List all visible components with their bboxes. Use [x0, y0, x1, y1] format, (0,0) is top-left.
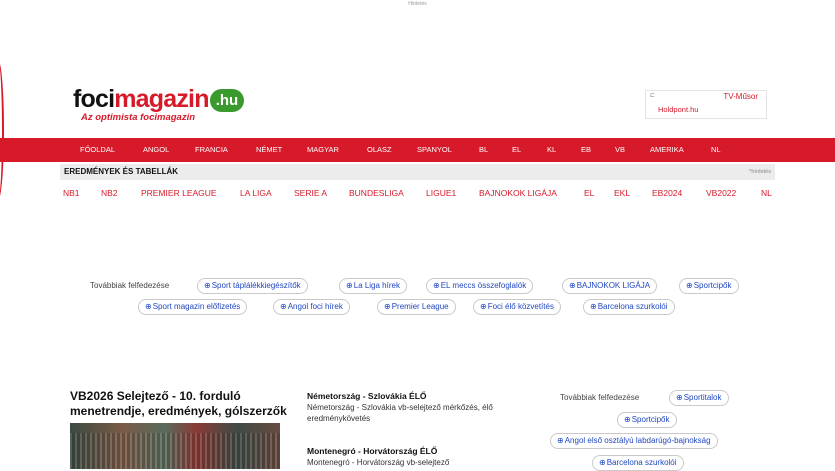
tab-nb2[interactable]: NB2: [101, 182, 118, 204]
explore-pill-label: Sportcipők: [631, 415, 670, 424]
explore-pill[interactable]: ⊕La Liga hírek: [339, 278, 407, 294]
tab-eb2024[interactable]: EB2024: [652, 182, 682, 204]
ad-label: Hirdetés: [408, 1, 427, 7]
nav-item-angol[interactable]: ANGOL: [143, 138, 169, 162]
site-logo[interactable]: focimagazin .hu: [73, 85, 245, 113]
plus-circle-icon: ⊕: [624, 415, 631, 424]
nav-item-francia[interactable]: FRANCIA: [195, 138, 228, 162]
plus-circle-icon: ⊕: [480, 302, 487, 311]
explore-pill[interactable]: ⊕Sport magazin előfizetés: [138, 299, 248, 315]
explore-pill-label: Sport táplálékkiegészítők: [211, 281, 301, 290]
site-header: focimagazin .hu Az optimista focimagazin …: [0, 82, 835, 132]
side-explore-pill[interactable]: ⊕Angol első osztályú labdarúgó-bajnokság: [550, 433, 718, 449]
nav-item-spanyol[interactable]: SPANYOL: [417, 138, 452, 162]
plus-circle-icon: ⊕: [433, 281, 440, 290]
explore-row-1: Továbbiak felfedezése ⊕Sport táplálékkie…: [0, 278, 835, 294]
tab-ligue1[interactable]: LIGUE1: [426, 182, 456, 204]
plus-circle-icon: ⊕: [557, 436, 564, 445]
plus-circle-icon: ⊕: [569, 281, 576, 290]
explore-pill-label: Angol első osztályú labdarúgó-bajnokság: [564, 436, 711, 445]
article-image[interactable]: [70, 423, 280, 469]
explore-pill-label: Sport magazin előfizetés: [152, 302, 241, 311]
nav-item-magyar[interactable]: MAGYAR: [307, 138, 339, 162]
tab-vb2022[interactable]: VB2022: [706, 182, 736, 204]
tab-la-liga[interactable]: LA LIGA: [240, 182, 272, 204]
explore-pill[interactable]: ⊕Angol foci hírek: [273, 299, 350, 315]
results-header: EREDMÉNYEK ÉS TABELLÁK ^hirdetés: [60, 164, 775, 180]
explore-pill[interactable]: ⊕Premier League: [377, 299, 456, 315]
tab-serie-a[interactable]: SERIE A: [294, 182, 327, 204]
article-title[interactable]: VB2026 Selejtező - 10. forduló menetrend…: [70, 389, 290, 419]
logo-tld: .hu: [209, 89, 245, 112]
tab-nb1[interactable]: NB1: [63, 182, 80, 204]
explore-pill[interactable]: ⊕BAJNOKOK LIGÁJA: [562, 278, 658, 294]
nav-item-nemet[interactable]: NÉMET: [256, 138, 282, 162]
explore-pill-label: La Liga hírek: [353, 281, 400, 290]
nav-item-amerika[interactable]: AMERIKA: [650, 138, 684, 162]
tv-program-link[interactable]: TV-Műsor: [723, 92, 758, 101]
explore-pill[interactable]: ⊕Sport táplálékkiegészítők: [197, 278, 308, 294]
results-ad-label: ^hirdetés: [748, 169, 771, 175]
explore-pill-label: EL meccs összefoglalók: [440, 281, 527, 290]
league-tabs: NB1 NB2 PREMIER LEAGUE LA LIGA SERIE A B…: [0, 182, 835, 204]
nav-item-vb[interactable]: VB: [615, 138, 625, 162]
plus-circle-icon: ⊕: [599, 458, 606, 467]
explore-label: Továbbiak felfedezése: [90, 281, 170, 290]
nav-item-el[interactable]: EL: [512, 138, 521, 162]
nav-item-olasz[interactable]: OLASZ: [367, 138, 392, 162]
plus-circle-icon: ⊕: [384, 302, 391, 311]
plus-circle-icon: ⊕: [145, 302, 152, 311]
explore-pill[interactable]: ⊕Barcelona szurkolói: [583, 299, 675, 315]
ad-choices-icon[interactable]: ⊏: [650, 92, 655, 99]
tab-ekl[interactable]: EKL: [614, 182, 630, 204]
tab-premier-league[interactable]: PREMIER LEAGUE: [141, 182, 217, 204]
explore-pill[interactable]: ⊕Sportcipők: [679, 278, 739, 294]
logo-part2: magazin: [114, 85, 209, 113]
holdpont-link[interactable]: Holdpont.hu: [658, 105, 698, 114]
nav-item-kl[interactable]: KL: [547, 138, 556, 162]
news-desc: Montenegró - Horvátország vb-selejtező: [307, 458, 450, 467]
nav-item-nl[interactable]: NL: [711, 138, 721, 162]
side-explore-pill[interactable]: ⊕Sportitalok: [669, 390, 729, 406]
explore-pill-label: Premier League: [391, 302, 449, 311]
explore-pill-label: Sportcipők: [693, 281, 732, 290]
explore-pill-label: Barcelona szurkolói: [606, 458, 677, 467]
explore-row-2: ⊕Sport magazin előfizetés ⊕Angol foci hí…: [0, 299, 835, 315]
explore-pill[interactable]: ⊕Foci élő közvetítés: [473, 299, 561, 315]
explore-pill[interactable]: ⊕EL meccs összefoglalók: [426, 278, 534, 294]
explore-pill-label: Angol foci hírek: [287, 302, 343, 311]
news-item[interactable]: Németország - Szlovákia ÉLŐ Németország …: [307, 391, 547, 424]
tv-program-ad[interactable]: ⊏ TV-Műsor Holdpont.hu: [645, 90, 767, 119]
nav-item-eb[interactable]: EB: [581, 138, 591, 162]
tab-el[interactable]: EL: [584, 182, 594, 204]
nav-item-fooldal[interactable]: FŐOLDAL: [80, 138, 115, 162]
side-explore-pill[interactable]: ⊕Sportcipők: [617, 412, 677, 428]
news-desc: Németország - Szlovákia vb-selejtező mér…: [307, 403, 493, 423]
logo-part1: foci: [73, 85, 115, 113]
results-title: EREDMÉNYEK ÉS TABELLÁK: [64, 167, 179, 176]
main-nav: FŐOLDAL ANGOL FRANCIA NÉMET MAGYAR OLASZ…: [0, 138, 835, 162]
news-title[interactable]: Montenegró - Horvátország ÉLŐ: [307, 446, 547, 457]
nav-item-bl[interactable]: BL: [479, 138, 488, 162]
tab-bundesliga[interactable]: BUNDESLIGA: [349, 182, 404, 204]
plus-circle-icon: ⊕: [346, 281, 353, 290]
explore-pill-label: BAJNOKOK LIGÁJA: [576, 281, 651, 290]
news-title[interactable]: Németország - Szlovákia ÉLŐ: [307, 391, 547, 402]
explore-pill-label: Foci élő közvetítés: [487, 302, 554, 311]
news-item[interactable]: Montenegró - Horvátország ÉLŐ Montenegró…: [307, 446, 547, 468]
plus-circle-icon: ⊕: [676, 393, 683, 402]
crowd-photo: [70, 433, 280, 469]
explore-pill-label: Barcelona szurkolói: [597, 302, 668, 311]
explore-pill-label: Sportitalok: [683, 393, 722, 402]
tab-bajnokok-ligaja[interactable]: BAJNOKOK LIGÁJA: [479, 182, 557, 204]
plus-circle-icon: ⊕: [280, 302, 287, 311]
plus-circle-icon: ⊕: [590, 302, 597, 311]
tab-nl[interactable]: NL: [761, 182, 772, 204]
site-slogan: Az optimista focimagazin: [81, 112, 196, 123]
plus-circle-icon: ⊕: [686, 281, 693, 290]
plus-circle-icon: ⊕: [204, 281, 211, 290]
side-explore-label: Továbbiak felfedezése: [560, 393, 640, 402]
